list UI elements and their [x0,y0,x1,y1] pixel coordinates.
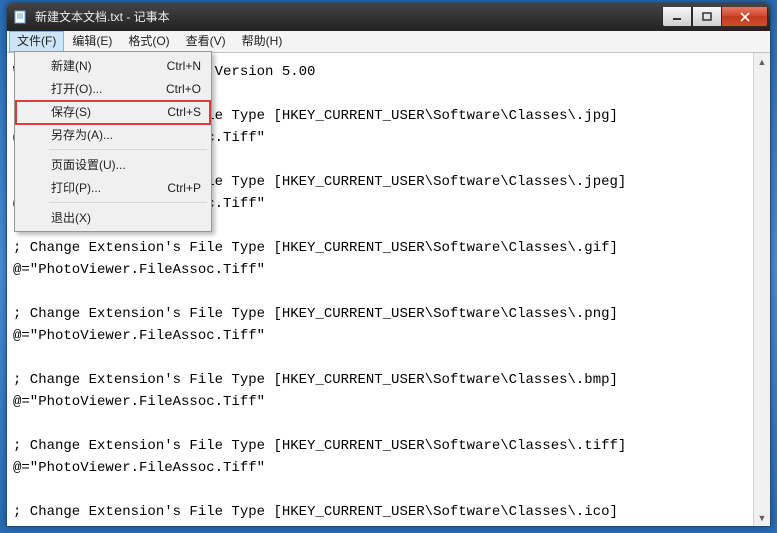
menu-item-label: 保存(S) [51,103,91,120]
minimize-button[interactable] [662,7,692,27]
menu-view[interactable]: 查看(V) [178,31,234,52]
menu-item-save[interactable]: 保存(S) Ctrl+S [17,100,209,123]
menu-item-exit[interactable]: 退出(X) [17,206,209,229]
menu-file[interactable]: 文件(F) [9,31,64,52]
menu-item-shortcut: Ctrl+N [167,59,201,73]
menu-item-new[interactable]: 新建(N) Ctrl+N [17,54,209,77]
scroll-down-icon[interactable]: ▼ [754,509,770,526]
menu-item-shortcut: Ctrl+O [166,82,201,96]
vertical-scrollbar[interactable]: ▲ ▼ [753,53,770,526]
menu-item-label: 另存为(A)... [51,126,113,143]
app-icon [13,9,29,25]
menu-item-shortcut: Ctrl+S [167,105,201,119]
menu-item-label: 页面设置(U)... [51,156,126,173]
menu-item-shortcut: Ctrl+P [167,181,201,195]
titlebar[interactable]: 新建文本文档.txt - 记事本 [7,3,770,31]
menu-separator [49,202,207,203]
menu-item-print[interactable]: 打印(P)... Ctrl+P [17,176,209,199]
menu-item-label: 退出(X) [51,209,91,226]
menu-item-label: 新建(N) [51,57,92,74]
menu-item-saveas[interactable]: 另存为(A)... [17,123,209,146]
menu-item-pagesetup[interactable]: 页面设置(U)... [17,153,209,176]
menu-item-open[interactable]: 打开(O)... Ctrl+O [17,77,209,100]
menu-format[interactable]: 格式(O) [120,31,177,52]
scroll-up-icon[interactable]: ▲ [754,53,770,70]
window-title: 新建文本文档.txt - 记事本 [35,3,662,31]
close-button[interactable] [722,7,768,27]
menu-item-label: 打印(P)... [51,179,101,196]
menu-help[interactable]: 帮助(H) [234,31,291,52]
maximize-button[interactable] [692,7,722,27]
window-controls [662,7,768,27]
menu-edit[interactable]: 编辑(E) [64,31,120,52]
menu-item-label: 打开(O)... [51,80,102,97]
menu-separator [49,149,207,150]
menubar: 文件(F) 编辑(E) 格式(O) 查看(V) 帮助(H) [7,31,770,53]
file-menu-dropdown: 新建(N) Ctrl+N 打开(O)... Ctrl+O 保存(S) Ctrl+… [14,51,212,232]
